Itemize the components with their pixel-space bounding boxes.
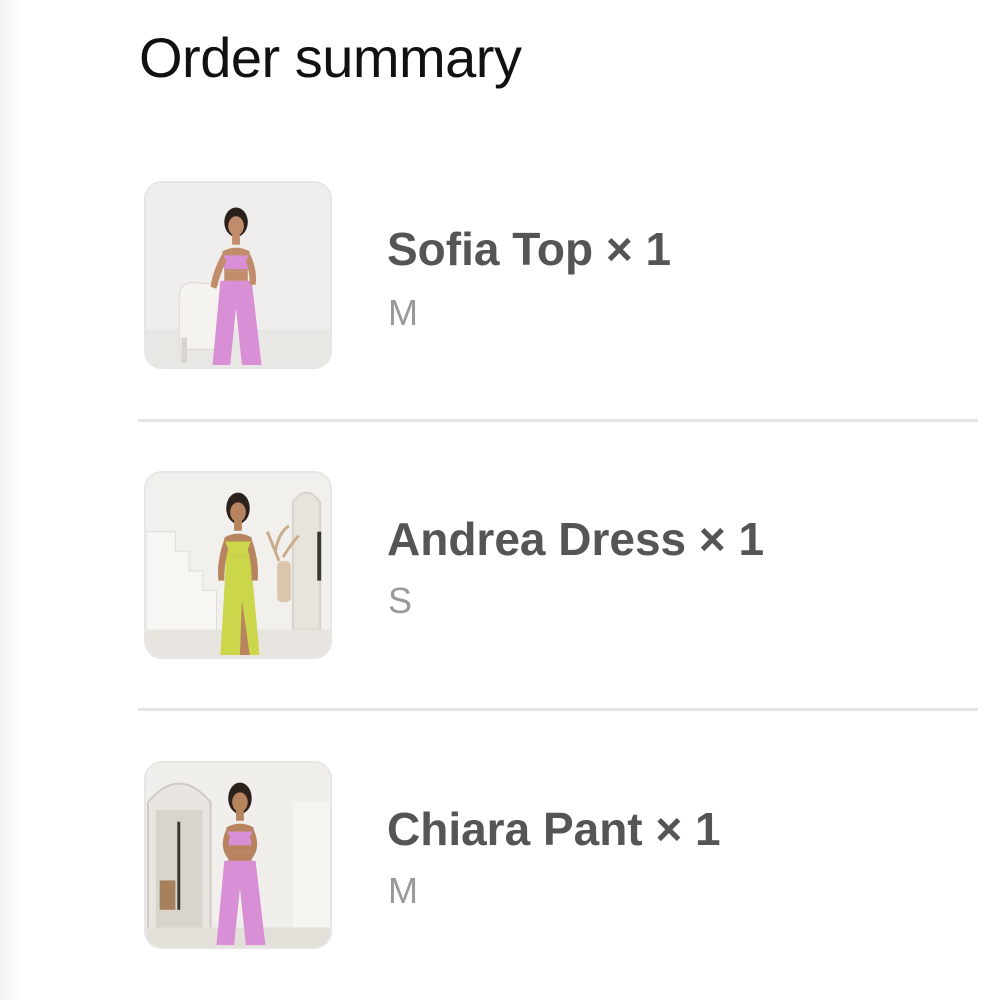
item-name: Sofia Top × 1 xyxy=(387,223,672,275)
order-item-chiara-pant[interactable]: Chiara Pant × 1 M xyxy=(0,761,1000,961)
product-thumbnail[interactable] xyxy=(144,471,332,659)
order-summary-page: Order summary Sofia Top × 1 M Andrea Dre… xyxy=(0,0,1000,1000)
product-thumbnail[interactable] xyxy=(144,761,332,949)
product-thumbnail[interactable] xyxy=(144,181,332,369)
item-name: Chiara Pant × 1 xyxy=(387,803,721,855)
product-photo-andrea-dress xyxy=(146,473,330,657)
product-photo-sofia-top xyxy=(146,183,330,367)
item-variant: S xyxy=(388,580,413,621)
page-title: Order summary xyxy=(139,26,522,89)
divider xyxy=(138,708,978,711)
order-item-sofia-top[interactable]: Sofia Top × 1 M xyxy=(0,181,1000,381)
item-variant: M xyxy=(388,292,418,333)
product-photo-chiara-pant xyxy=(146,763,330,947)
item-name: Andrea Dress × 1 xyxy=(387,513,765,565)
divider xyxy=(138,419,978,422)
order-item-andrea-dress[interactable]: Andrea Dress × 1 S xyxy=(0,471,1000,671)
item-variant: M xyxy=(388,870,418,911)
